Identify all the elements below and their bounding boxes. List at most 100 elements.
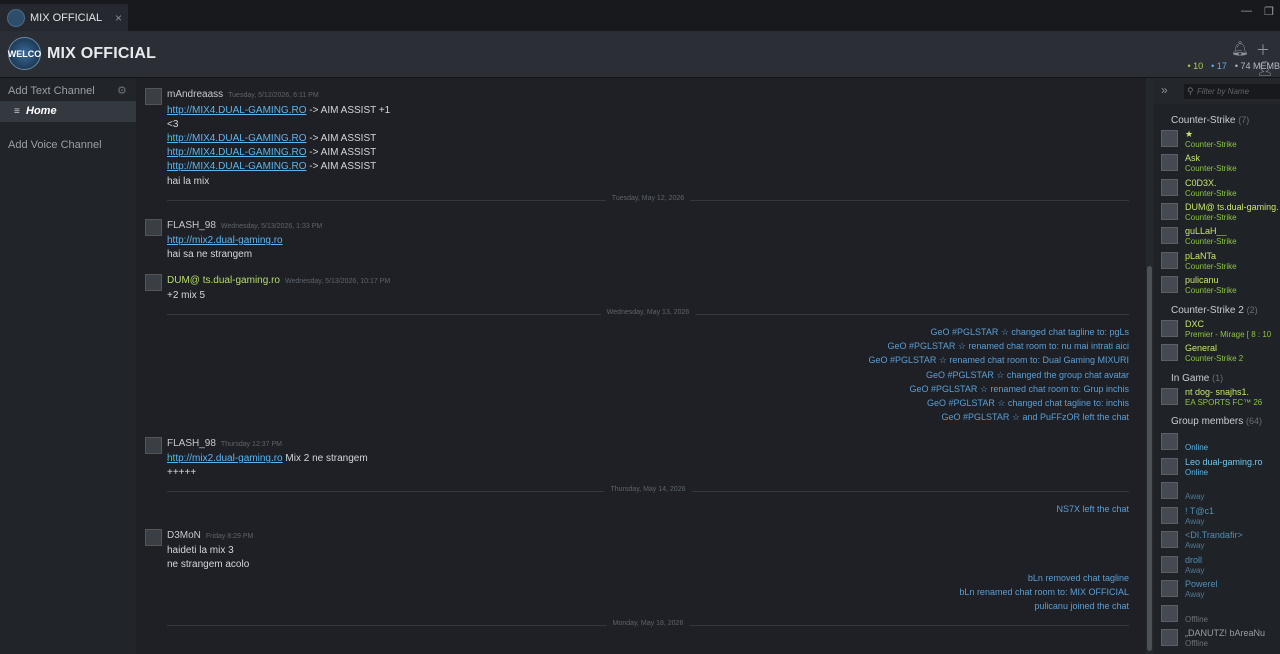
member-name: DXC xyxy=(1185,319,1205,329)
avatar xyxy=(1161,433,1178,450)
member-name: pulicanu xyxy=(1185,274,1219,285)
message-link[interactable]: http://MIX4.DUAL-GAMING.RO xyxy=(167,161,306,172)
member-status: Online xyxy=(1185,443,1209,452)
message-link[interactable]: http://mix2.dual-gaming.ro xyxy=(167,235,283,246)
avatar xyxy=(1161,320,1178,337)
home-channel[interactable]: ≡ Home xyxy=(0,101,136,122)
minimize-icon[interactable]: — xyxy=(1241,5,1252,17)
member-name: DUM@ ts.dual-gaming. xyxy=(1185,201,1279,212)
member-item[interactable]: „DANUTZ! bAreaNu Offline xyxy=(1161,628,1280,650)
avatar xyxy=(1161,580,1178,597)
member-item[interactable]: droll Away xyxy=(1161,555,1280,577)
group-logo: WELCO xyxy=(8,37,41,70)
member-name: ★ xyxy=(1185,129,1194,139)
avatar[interactable] xyxy=(145,88,162,105)
member-status: Counter-Strike 2 xyxy=(1185,354,1244,363)
avatar xyxy=(1161,344,1178,361)
date-separator: Wednesday, May 13, 2026 xyxy=(167,309,1129,316)
member-list-toolbar: » ⚲ Filter by Name xyxy=(1154,78,1280,104)
member-status: Counter-Strike xyxy=(1185,285,1237,295)
avatar[interactable] xyxy=(145,219,162,236)
member-item[interactable]: General Counter-Strike 2 xyxy=(1161,343,1280,365)
online-count: • 17 xyxy=(1211,61,1227,71)
avatar xyxy=(1161,482,1178,499)
message-line: +2 mix 5 xyxy=(167,290,206,301)
member-item[interactable]: Online xyxy=(1161,432,1280,454)
add-voice-channel-button[interactable]: Add Voice Channel xyxy=(8,139,102,151)
member-item[interactable]: DUM@ ts.dual-gaming. Counter-Strike xyxy=(1161,202,1280,224)
invite-friend-icon[interactable]: ＋👤︎ xyxy=(1256,40,1280,77)
member-item[interactable]: pLaNTa Counter-Strike xyxy=(1161,251,1280,273)
system-message: GeO #PGLSTAR ☆ renamed chat room to: nu … xyxy=(887,341,1130,351)
sender-name[interactable]: D3MoN Friday 8:29 PM xyxy=(167,530,253,541)
member-name: guLLaH__ xyxy=(1185,226,1227,237)
message-link[interactable]: http://mix2.dual-gaming.ro xyxy=(167,453,283,464)
system-message: NS7X left the chat xyxy=(1056,504,1129,514)
member-item[interactable]: Offline xyxy=(1161,604,1280,626)
member-status: Counter-Strike xyxy=(1185,212,1237,222)
message-link[interactable]: http://MIX4.DUAL-GAMING.RO xyxy=(167,105,306,116)
member-item[interactable]: Ask Counter-Strike xyxy=(1161,153,1280,175)
message-line: ne strangem acolo xyxy=(167,559,250,570)
member-status: Away xyxy=(1185,516,1205,526)
filter-input[interactable]: ⚲ Filter by Name xyxy=(1184,84,1280,99)
close-tab-icon[interactable]: × xyxy=(115,11,122,25)
member-name: <DI.Trandafir> xyxy=(1185,530,1243,540)
search-icon: ⚲ xyxy=(1187,86,1194,96)
member-item[interactable]: ★ Counter-Strike xyxy=(1161,129,1280,151)
member-status: Online xyxy=(1185,467,1209,477)
collapse-icon[interactable]: » xyxy=(1161,83,1168,97)
settings-icon[interactable]: ⚙ xyxy=(117,84,127,97)
member-item[interactable]: C0D3X. Counter-Strike xyxy=(1161,178,1280,200)
avatar xyxy=(1161,178,1178,196)
member-item[interactable]: DXC Premier - Mirage [ 8 : 10 xyxy=(1161,319,1280,341)
member-status: Counter-Strike xyxy=(1185,140,1237,149)
member-item[interactable]: pulicanu Counter-Strike xyxy=(1161,275,1280,297)
member-status: Away xyxy=(1185,565,1205,575)
member-status: Away xyxy=(1185,590,1205,599)
message-line: http://mix2.dual-gaming.ro xyxy=(167,235,283,246)
tab-title: MIX OFFICIAL xyxy=(30,11,103,24)
avatar[interactable] xyxy=(145,437,162,454)
sender-name[interactable]: DUM@ ts.dual-gaming.ro Wednesday, 5/13/20… xyxy=(167,275,390,286)
member-item[interactable]: <DI.Trandafir> Away xyxy=(1161,530,1280,552)
sender-name[interactable]: FLASH_98 Wednesday, 5/13/2026, 1:33 PM xyxy=(167,220,322,231)
group-avatar-icon xyxy=(7,8,25,27)
message-link[interactable]: http://MIX4.DUAL-GAMING.RO xyxy=(167,147,306,158)
sender-name[interactable]: FLASH_98 Thursday 12:37 PM xyxy=(167,438,282,449)
member-list: » ⚲ Filter by Name Counter-Strike (7) Cou… xyxy=(1154,78,1280,654)
group-header: WELCO MIX OFFICIAL 🔔︎ ＋👤︎ • 10 • 17 • 74… xyxy=(0,31,1280,78)
scroll-thumb[interactable] xyxy=(1147,266,1152,651)
system-message: bLn renamed chat room to: MIX OFFICIAL xyxy=(959,587,1129,597)
avatar xyxy=(1161,202,1178,220)
avatar xyxy=(1161,457,1178,475)
bell-icon[interactable]: 🔔︎ xyxy=(1231,40,1249,57)
date-separator: Tuesday, May 12, 2026 xyxy=(167,195,1129,202)
member-item[interactable]: ! T@c1 Away xyxy=(1161,506,1280,528)
member-status: EA SPORTS FC™ 26 xyxy=(1185,398,1263,407)
avatar xyxy=(1161,251,1178,269)
message-line: +++++ xyxy=(167,467,197,478)
avatar[interactable] xyxy=(145,274,162,291)
member-item[interactable]: nt dog- snajhs1. EA SPORTS FC™ 26 xyxy=(1161,387,1280,409)
avatar xyxy=(1161,154,1178,172)
member-item[interactable]: Leo dual-gaming.ro Online xyxy=(1161,457,1280,479)
message-line: http://mix2.dual-gaming.ro Mix 2 ne stra… xyxy=(167,453,368,464)
avatar xyxy=(1161,506,1178,524)
group-title: MIX OFFICIAL xyxy=(47,45,157,62)
add-text-channel-button[interactable]: Add Text Channel xyxy=(8,85,95,97)
avatar xyxy=(1161,604,1178,622)
chat-tab[interactable]: MIX OFFICIAL × xyxy=(0,4,128,31)
member-status: Offline xyxy=(1185,639,1208,648)
date-separator: Thursday, May 14, 2026 xyxy=(167,486,1129,493)
chat-scrollbar[interactable] xyxy=(1146,78,1154,654)
member-item[interactable]: Away xyxy=(1161,481,1280,503)
avatar[interactable] xyxy=(145,529,162,546)
member-item[interactable]: guLLaH__ Counter-Strike xyxy=(1161,226,1280,248)
member-item[interactable]: Powerel Away xyxy=(1161,579,1280,601)
chat-log[interactable]: mAndreaass Tuesday, 5/12/2026, 6:11 PM ht… xyxy=(136,78,1146,654)
member-status: Counter-Strike xyxy=(1185,237,1237,247)
maximize-icon[interactable]: ❐ xyxy=(1264,5,1274,18)
sender-name[interactable]: mAndreaass Tuesday, 5/12/2026, 6:11 PM xyxy=(167,89,319,100)
message-link[interactable]: http://MIX4.DUAL-GAMING.RO xyxy=(167,133,306,144)
